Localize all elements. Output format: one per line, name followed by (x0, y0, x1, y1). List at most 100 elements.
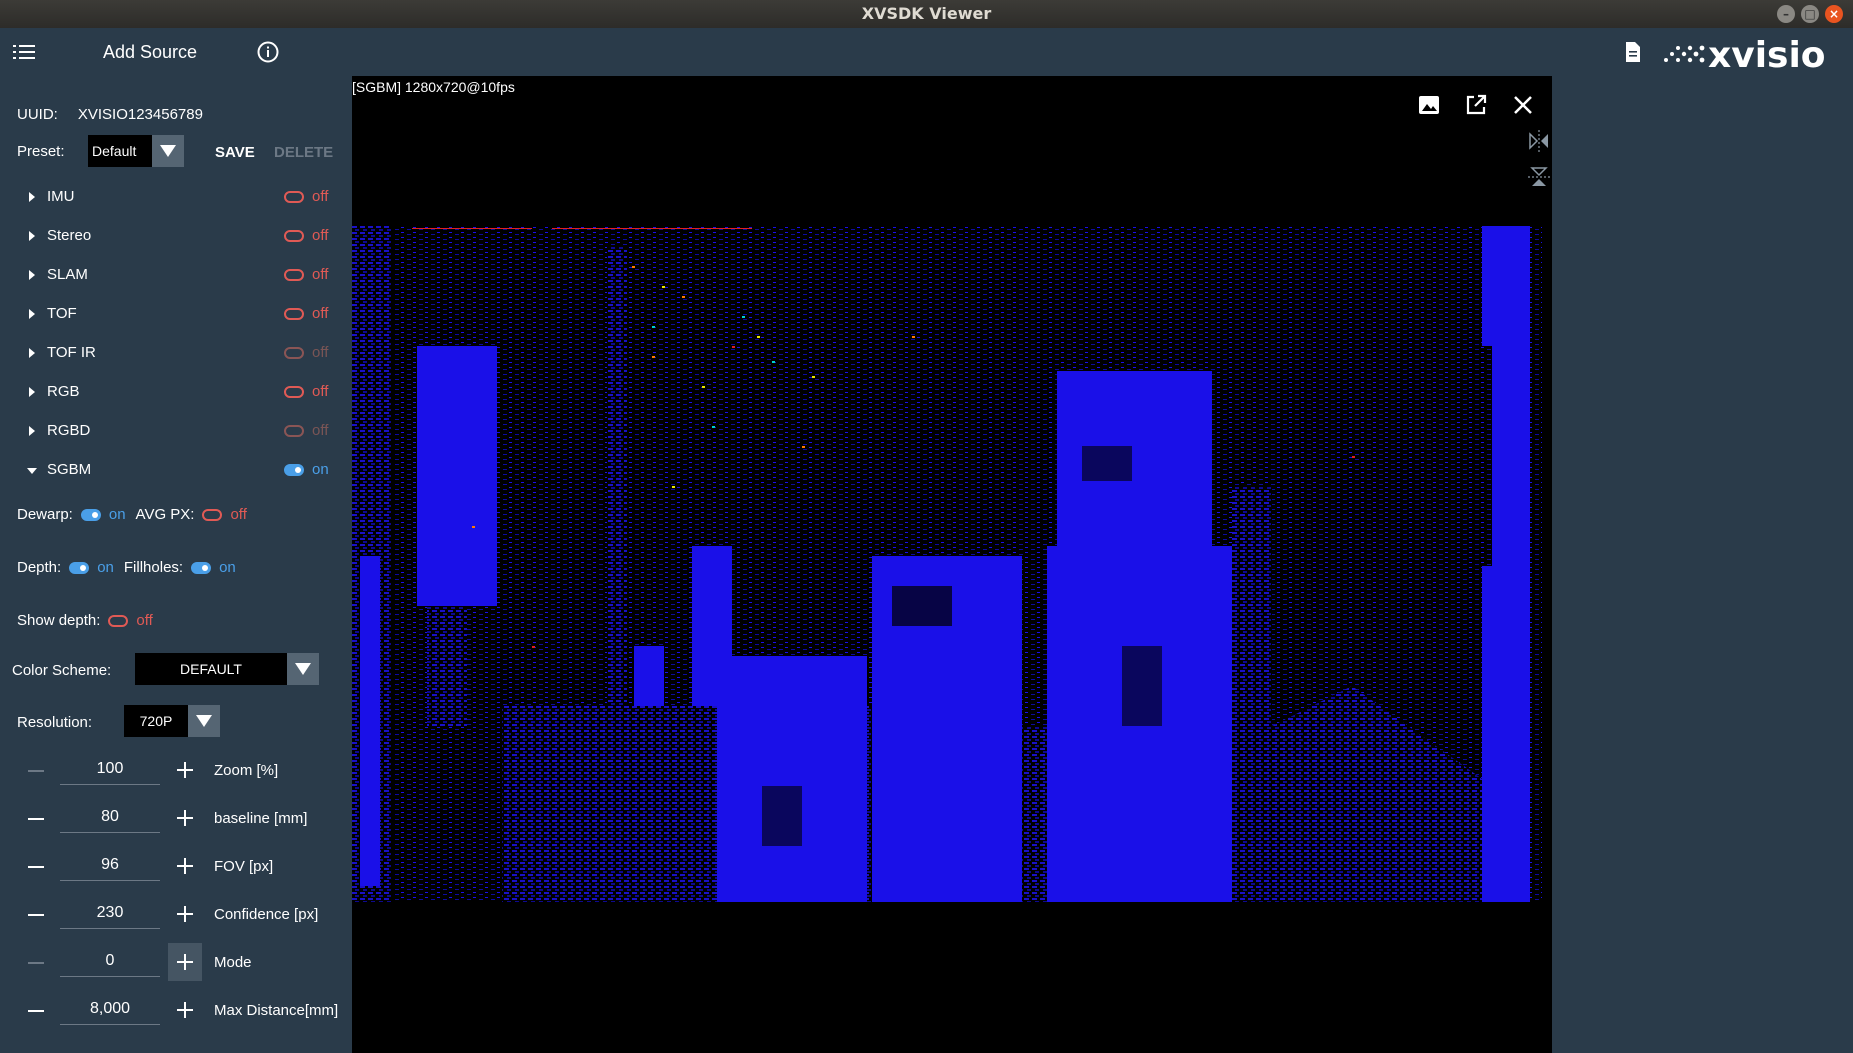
sgbm-toggle[interactable]: on (284, 461, 329, 478)
open-external-icon[interactable] (1464, 93, 1488, 117)
close-window-button[interactable]: × (1825, 5, 1843, 23)
snapshot-image-icon[interactable] (1417, 94, 1441, 116)
increment-button[interactable] (168, 751, 202, 789)
resolution-dropdown-icon[interactable] (188, 705, 220, 737)
minimize-button[interactable]: – (1777, 5, 1795, 23)
toggle-switch-icon[interactable] (284, 268, 304, 281)
increment-button[interactable] (168, 895, 202, 933)
decrement-button[interactable] (28, 866, 44, 868)
color-scheme-dropdown-icon[interactable] (287, 653, 319, 685)
toggle-switch-icon[interactable] (284, 190, 304, 203)
toggle-switch-icon[interactable] (69, 561, 90, 574)
module-name: SGBM (47, 461, 92, 478)
baseline-input[interactable]: 80 (60, 803, 160, 833)
add-source-button[interactable]: Add Source (103, 42, 197, 63)
module-stereo[interactable]: Stereo off (0, 222, 352, 252)
resolution-select[interactable]: 720P (124, 705, 220, 737)
expand-arrow-icon[interactable] (29, 231, 35, 241)
decrement-button[interactable] (28, 818, 44, 820)
increment-button[interactable] (168, 991, 202, 1029)
toggle-switch-icon[interactable] (284, 463, 304, 476)
stereo-toggle[interactable]: off (284, 227, 328, 244)
avg-px-toggle[interactable]: off (202, 506, 247, 523)
list-menu-icon[interactable] (12, 40, 36, 64)
expand-arrow-icon[interactable] (29, 270, 35, 280)
module-tof[interactable]: TOF off (0, 300, 352, 330)
stream-info-label: [SGBM] 1280x720@10fps (352, 79, 515, 95)
increment-button[interactable] (168, 847, 202, 885)
module-name: Stereo (47, 227, 92, 244)
avg-px-label: AVG PX: (135, 506, 195, 523)
fillholes-toggle[interactable]: on (191, 559, 236, 576)
toggle-switch-icon (284, 346, 304, 359)
increment-button[interactable] (168, 799, 202, 837)
expand-arrow-icon[interactable] (29, 426, 35, 436)
toggle-state: on (219, 559, 236, 576)
depth-row: Depth: on Fillholes: on (17, 559, 236, 576)
decrement-button[interactable] (28, 770, 44, 772)
zoom-label: Zoom [%] (214, 762, 279, 779)
slam-toggle[interactable]: off (284, 266, 328, 283)
rgb-toggle[interactable]: off (284, 383, 328, 400)
toggle-switch-icon[interactable] (202, 508, 223, 521)
toggle-switch-icon[interactable] (284, 307, 304, 320)
toggle-switch-icon[interactable] (191, 561, 212, 574)
toggle-state: on (108, 506, 126, 523)
expand-arrow-icon[interactable] (29, 387, 35, 397)
fov-input[interactable]: 96 (60, 851, 160, 881)
delete-button[interactable]: DELETE (274, 144, 333, 161)
expand-arrow-icon[interactable] (29, 192, 35, 202)
module-rgbd[interactable]: RGBD off (0, 417, 352, 447)
module-name: IMU (47, 188, 75, 205)
expand-arrow-icon[interactable] (29, 348, 35, 358)
module-imu[interactable]: IMU off (0, 183, 352, 213)
fov-stepper: 96 FOV [px] (0, 847, 352, 887)
collapse-arrow-icon[interactable] (27, 468, 37, 474)
flip-vertical-icon[interactable] (1526, 164, 1552, 190)
toggle-switch-icon[interactable] (284, 229, 304, 242)
toggle-switch-icon[interactable] (108, 614, 129, 627)
module-sgbm[interactable]: SGBM on (0, 456, 352, 486)
dewarp-toggle[interactable]: on (80, 506, 126, 523)
depth-toggle[interactable]: on (69, 559, 114, 576)
color-scheme-row: Color Scheme: (12, 662, 111, 679)
flip-horizontal-icon[interactable] (1526, 128, 1552, 154)
preset-dropdown-icon[interactable] (152, 135, 184, 167)
module-tof-ir[interactable]: TOF IR off (0, 339, 352, 369)
toggle-switch-icon[interactable] (80, 508, 101, 521)
preset-value: Default (92, 143, 137, 159)
decrement-button[interactable] (28, 914, 44, 916)
color-scheme-value: DEFAULT (180, 661, 242, 677)
confidence-input[interactable]: 230 (60, 899, 160, 929)
toggle-state: off (312, 383, 329, 400)
expand-arrow-icon[interactable] (29, 309, 35, 319)
decrement-button[interactable] (28, 962, 44, 964)
resolution-row: Resolution: (17, 714, 92, 731)
zoom-input[interactable]: 100 (60, 755, 160, 785)
fillholes-label: Fillholes: (123, 559, 184, 576)
decrement-button[interactable] (28, 1010, 44, 1012)
max-distance-input[interactable]: 8,000 (60, 995, 160, 1025)
show-depth-toggle[interactable]: off (108, 612, 153, 629)
tof-toggle[interactable]: off (284, 305, 328, 322)
color-scheme-select[interactable]: DEFAULT (135, 653, 319, 685)
mode-input[interactable]: 0 (60, 947, 160, 977)
module-slam[interactable]: SLAM off (0, 261, 352, 291)
toggle-state: off (312, 188, 329, 205)
close-stream-icon[interactable] (1511, 93, 1535, 117)
max-distance-stepper: 8,000 Max Distance[mm] (0, 991, 352, 1031)
save-button[interactable]: SAVE (215, 144, 255, 161)
module-name: TOF IR (47, 344, 96, 361)
module-name: TOF (47, 305, 77, 322)
increment-button[interactable] (168, 943, 202, 981)
info-icon[interactable] (256, 40, 280, 64)
dewarp-row: Dewarp: on AVG PX: off (17, 506, 247, 523)
module-rgb[interactable]: RGB off (0, 378, 352, 408)
maximize-button[interactable]: □ (1801, 5, 1819, 23)
document-icon[interactable] (1623, 41, 1643, 63)
toggle-switch-icon[interactable] (284, 385, 304, 398)
resolution-label: Resolution: (17, 714, 93, 731)
preset-select[interactable]: Default (88, 135, 184, 167)
baseline-stepper: 80 baseline [mm] (0, 799, 352, 839)
imu-toggle[interactable]: off (284, 188, 328, 205)
